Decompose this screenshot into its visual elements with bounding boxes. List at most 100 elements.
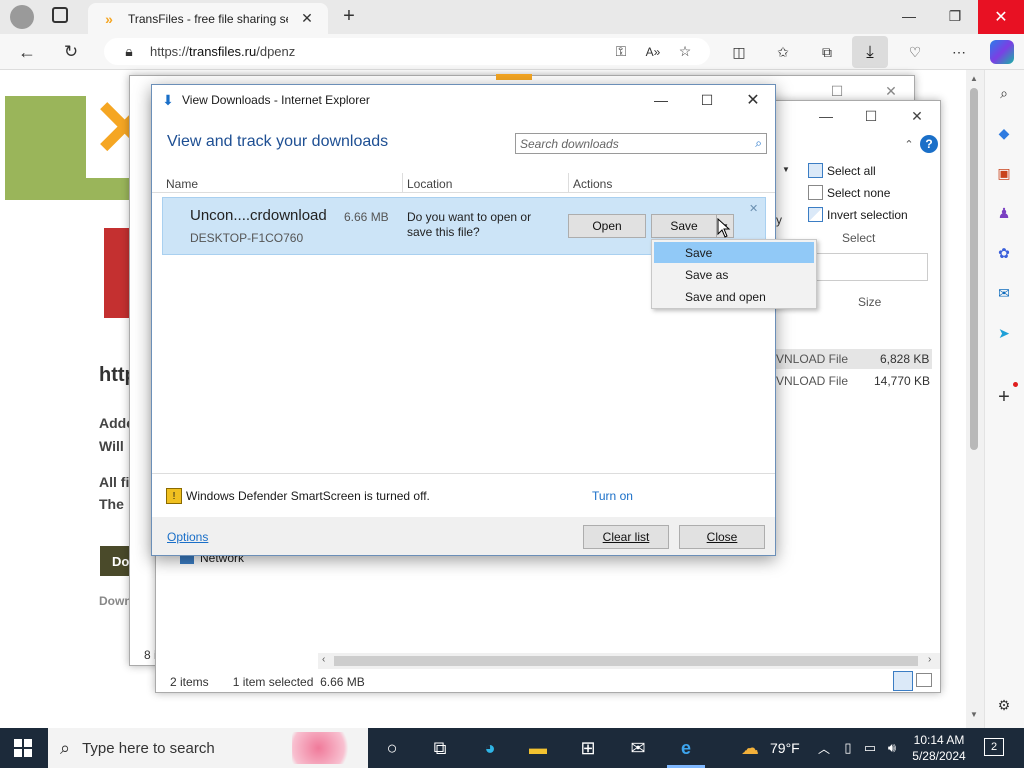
explorer-minimize-icon[interactable]: — xyxy=(815,105,837,127)
scroll-left-icon[interactable]: ‹ xyxy=(322,654,325,665)
clock[interactable]: 10:14 AM 5/28/2024 xyxy=(906,732,972,764)
internet-explorer-taskbar-icon[interactable]: e xyxy=(672,736,700,760)
dialog-footer: Options Clear list Close xyxy=(152,517,775,555)
copilot-icon[interactable] xyxy=(990,40,1014,64)
search-downloads-input[interactable]: Search downloads ⌕ xyxy=(515,133,767,154)
tab-close-icon[interactable]: ✕ xyxy=(296,8,318,30)
ribbon-dropdown-icon[interactable]: ▼ xyxy=(782,165,790,174)
view-downloads-dialog[interactable]: ⬇ View Downloads - Internet Explorer — ☐… xyxy=(151,84,776,556)
favorite-star-icon[interactable]: ☆ xyxy=(674,41,696,63)
select-none-button[interactable]: Select none xyxy=(808,185,890,200)
scroll-up-icon[interactable]: ▲ xyxy=(970,74,978,83)
sidebar-add-icon[interactable]: + xyxy=(993,386,1015,408)
bg-window-maximize-icon[interactable]: ☐ xyxy=(826,80,848,102)
minimize-icon[interactable]: — xyxy=(898,5,920,27)
open-button[interactable]: Open xyxy=(568,214,646,238)
edge-taskbar-icon[interactable]: ◕ xyxy=(476,736,504,760)
sidebar-shopping-icon[interactable]: ◆ xyxy=(993,122,1015,144)
file-size: 14,770 KB xyxy=(874,374,931,388)
close-button[interactable]: Close xyxy=(679,525,765,549)
weather-icon[interactable]: ☁ xyxy=(736,736,764,760)
menu-item-save-and-open[interactable]: Save and open xyxy=(654,286,814,307)
store-taskbar-icon[interactable]: ⊞ xyxy=(574,736,602,760)
shield-warning-icon: ! xyxy=(166,488,182,504)
menu-item-save-as[interactable]: Save as xyxy=(654,264,814,285)
sidebar-office-icon[interactable]: ✿ xyxy=(993,242,1015,264)
ribbon-group-label: Select xyxy=(842,231,876,245)
explorer-maximize-icon[interactable]: ☐ xyxy=(860,105,882,127)
back-icon[interactable]: ← xyxy=(16,41,38,63)
horizontal-scrollbar-thumb[interactable] xyxy=(334,656,918,666)
refresh-icon[interactable]: ↻ xyxy=(60,41,82,63)
scroll-down-icon[interactable]: ▼ xyxy=(970,710,978,719)
page-scrollbar-thumb[interactable] xyxy=(970,88,978,450)
collections-icon[interactable]: ⧉ xyxy=(816,41,838,63)
file-type: VNLOAD File xyxy=(776,374,849,388)
file-row[interactable]: VNLOAD File 14,770 KB xyxy=(776,371,932,391)
sidebar-telegram-icon[interactable]: ➤ xyxy=(993,322,1015,344)
favorites-icon[interactable]: ✩ xyxy=(772,41,794,63)
file-row-selected[interactable]: VNLOAD File 6,828 KB xyxy=(776,349,932,369)
downloads-icon[interactable]: ⤓ xyxy=(852,36,888,68)
row-dismiss-icon[interactable]: ✕ xyxy=(749,202,758,215)
search-icon[interactable]: ⌕ xyxy=(755,136,762,151)
windows-taskbar: ⌕ Type here to search ○ ⧉ ◕ ▬ ⊞ ✉ e ☁ 79… xyxy=(0,728,1024,768)
key-icon[interactable]: ⚿ xyxy=(610,41,632,63)
page-text-line: All fi xyxy=(99,474,130,490)
help-icon[interactable]: ? xyxy=(920,135,938,153)
dialog-title-bar[interactable]: ⬇ View Downloads - Internet Explorer xyxy=(152,85,775,115)
options-link[interactable]: Options xyxy=(167,530,208,544)
taskbar-search-box[interactable]: ⌕ Type here to search xyxy=(48,728,368,768)
column-size-header[interactable]: Size xyxy=(858,295,881,309)
select-all-button[interactable]: Select all xyxy=(808,163,876,178)
page-link[interactable]: Down xyxy=(99,594,132,608)
clear-list-button[interactable]: Clear list xyxy=(583,525,669,549)
transfiles-favicon-icon: » xyxy=(105,10,113,27)
large-icons-view-icon[interactable] xyxy=(916,673,932,687)
split-screen-icon[interactable]: ◫ xyxy=(728,41,750,63)
select-all-icon xyxy=(808,163,823,178)
sidebar-outlook-icon[interactable]: ✉ xyxy=(993,282,1015,304)
horizontal-scrollbar[interactable]: ‹ › xyxy=(318,653,940,669)
sidebar-tools-icon[interactable]: ▣ xyxy=(993,162,1015,184)
mail-taskbar-icon[interactable]: ✉ xyxy=(624,736,652,760)
address-bar[interactable]: 🔒︎ https://transfiles.ru/dpenz ⚿ A» ☆ xyxy=(104,38,710,65)
ribbon-collapse-icon[interactable]: ⌃ xyxy=(898,133,920,155)
start-windows-icon[interactable] xyxy=(14,739,32,757)
window-accent-strip xyxy=(496,74,532,80)
save-button[interactable]: Save xyxy=(651,214,717,238)
profile-avatar[interactable] xyxy=(10,5,34,29)
sidebar-people-icon[interactable]: ♟ xyxy=(993,202,1015,224)
column-location[interactable]: Location xyxy=(407,177,452,191)
browser-tab-active[interactable]: » TransFiles - free file sharing serv ✕ xyxy=(88,3,328,34)
volume-icon[interactable]: 🔊︎ xyxy=(878,736,906,760)
tab-actions-icon[interactable] xyxy=(52,7,68,23)
sidebar-search-icon[interactable]: ⌕ xyxy=(993,82,1015,104)
column-name[interactable]: Name xyxy=(166,177,198,191)
new-tab-icon[interactable]: + xyxy=(338,5,360,27)
dialog-maximize-icon[interactable]: ☐ xyxy=(696,89,718,111)
file-explorer-taskbar-icon[interactable]: ▬ xyxy=(524,736,552,760)
invert-selection-button[interactable]: Invert selection xyxy=(808,207,908,222)
cortana-icon[interactable]: ○ xyxy=(378,736,406,760)
scroll-right-icon[interactable]: › xyxy=(928,654,931,665)
explorer-close-icon[interactable]: ✕ xyxy=(906,105,928,127)
weather-temp[interactable]: 79°F xyxy=(770,740,800,756)
read-aloud-icon[interactable]: A» xyxy=(642,41,664,63)
turn-on-link[interactable]: Turn on xyxy=(592,489,633,503)
sidebar-settings-icon[interactable]: ⚙ xyxy=(993,694,1015,716)
dialog-close-icon[interactable]: ✕ xyxy=(742,89,764,111)
bg-window-close-icon[interactable]: ✕ xyxy=(880,80,902,102)
details-view-icon[interactable] xyxy=(893,671,913,691)
browser-close-icon[interactable]: ✕ xyxy=(978,0,1024,34)
column-actions[interactable]: Actions xyxy=(573,177,612,191)
task-view-icon[interactable]: ⧉ xyxy=(426,736,454,760)
browser-essentials-icon[interactable]: ♡ xyxy=(904,41,926,63)
page-scrollbar[interactable]: ▲ ▼ xyxy=(966,70,984,728)
more-menu-icon[interactable]: ⋯ xyxy=(948,41,970,63)
menu-item-save[interactable]: Save xyxy=(654,242,814,263)
restore-icon[interactable]: ❐ xyxy=(944,5,966,27)
dialog-minimize-icon[interactable]: — xyxy=(650,89,672,111)
page-text-line: Will xyxy=(99,438,124,454)
notification-center-icon[interactable]: 2 xyxy=(984,738,1004,756)
